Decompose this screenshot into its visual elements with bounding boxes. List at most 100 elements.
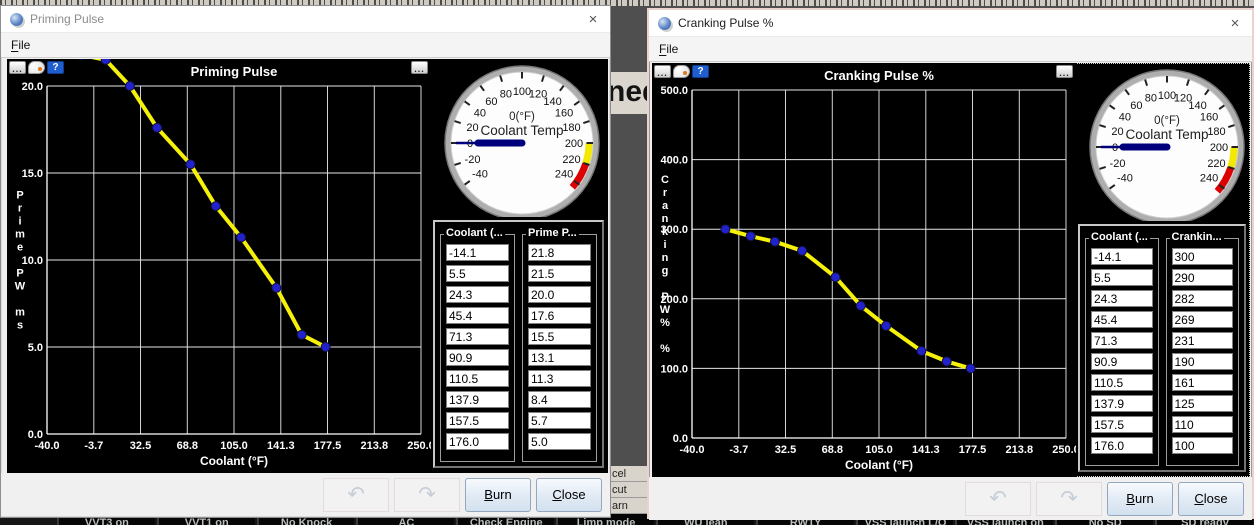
file-menu[interactable]: File [659, 42, 678, 56]
svg-text:213.8: 213.8 [1006, 444, 1034, 456]
svg-text:220: 220 [1207, 158, 1225, 170]
table-cell[interactable] [528, 307, 591, 324]
table-cell[interactable] [446, 265, 509, 282]
table-cell[interactable] [528, 433, 591, 450]
menu-bar: File [649, 37, 1252, 62]
table-cell[interactable] [1091, 248, 1153, 265]
redo-button[interactable]: ↷ [1036, 482, 1102, 516]
table-cell[interactable] [446, 286, 509, 303]
window-title: Cranking Pulse % [678, 16, 773, 30]
redo-button[interactable]: ↷ [394, 478, 460, 512]
table-cell[interactable] [1091, 290, 1153, 307]
coolant-temp-gauge: -40-200204060801001201401601802002202400… [1076, 63, 1254, 221]
table-cell[interactable] [1172, 290, 1234, 307]
options-icon[interactable]: ... [411, 61, 428, 74]
svg-text:177.5: 177.5 [959, 444, 987, 456]
comment-icon[interactable] [673, 65, 690, 78]
table-cell[interactable] [446, 391, 509, 408]
table-cell[interactable] [446, 328, 509, 345]
table-cell[interactable] [528, 370, 591, 387]
svg-text:80: 80 [500, 89, 512, 101]
cranking-pulse-chart[interactable]: -40.0-3.732.568.8105.0141.3177.5213.8250… [652, 63, 1076, 477]
table-cell[interactable] [1091, 416, 1153, 433]
svg-text:%: % [660, 317, 670, 329]
table-cell[interactable] [528, 349, 591, 366]
close-icon[interactable]: × [585, 12, 601, 27]
svg-text:W: W [15, 281, 26, 293]
svg-text:140: 140 [1188, 100, 1206, 112]
table-cell[interactable] [1091, 374, 1153, 391]
options-icon[interactable]: ... [9, 61, 26, 74]
burn-button[interactable]: Burn [465, 478, 531, 512]
svg-text:105.0: 105.0 [220, 440, 248, 452]
table-cell[interactable] [528, 265, 591, 282]
column-header: Coolant (... [1089, 231, 1150, 243]
svg-text:10.0: 10.0 [22, 255, 43, 267]
svg-text:Coolant Temp: Coolant Temp [480, 123, 563, 138]
close-button[interactable]: Close [1178, 482, 1244, 516]
svg-text:0.0: 0.0 [28, 429, 43, 441]
table-column: Crankin... [1166, 238, 1240, 466]
burn-button[interactable]: Burn [1107, 482, 1173, 516]
svg-text:g: g [662, 265, 669, 277]
undo-button[interactable]: ↶ [965, 482, 1031, 516]
table-cell[interactable] [446, 307, 509, 324]
table-cell[interactable] [1172, 269, 1234, 286]
priming-pulse-chart[interactable]: -40.0-3.732.568.8105.0141.3177.5213.8250… [7, 59, 431, 473]
table-cell[interactable] [528, 391, 591, 408]
window-titlebar[interactable]: Priming Pulse × [1, 6, 610, 33]
table-cell[interactable] [1172, 353, 1234, 370]
table-cell[interactable] [446, 433, 509, 450]
svg-text:m: m [15, 229, 25, 241]
svg-text:240: 240 [555, 169, 573, 181]
svg-text:141.3: 141.3 [912, 444, 940, 456]
table-cell[interactable] [1172, 416, 1234, 433]
table-cell[interactable] [528, 412, 591, 429]
window-titlebar[interactable]: Cranking Pulse % × [649, 10, 1252, 37]
table-cell[interactable] [1091, 311, 1153, 328]
close-icon[interactable]: × [1227, 16, 1243, 31]
table-cell[interactable] [1172, 332, 1234, 349]
svg-text:40: 40 [1119, 111, 1131, 123]
table-cell[interactable] [528, 286, 591, 303]
window-title: Priming Pulse [30, 12, 104, 26]
table-cell[interactable] [1172, 437, 1234, 454]
table-cell[interactable] [1172, 395, 1234, 412]
table-cell[interactable] [1091, 269, 1153, 286]
svg-text:P: P [16, 268, 23, 280]
table-cell[interactable] [446, 370, 509, 387]
file-menu[interactable]: File [11, 38, 30, 52]
svg-text:400.0: 400.0 [660, 155, 688, 167]
svg-text:Coolant (°F): Coolant (°F) [845, 458, 913, 472]
table-cell[interactable] [1091, 353, 1153, 370]
button-row: ↶ ↷ Burn Close [1, 473, 610, 516]
column-header: Crankin... [1170, 231, 1224, 243]
table-cell[interactable] [1091, 332, 1153, 349]
table-cell[interactable] [1172, 374, 1234, 391]
table-cell[interactable] [528, 328, 591, 345]
close-button[interactable]: Close [536, 478, 602, 512]
undo-button[interactable]: ↶ [323, 478, 389, 512]
table-cell[interactable] [446, 412, 509, 429]
svg-text:15.0: 15.0 [22, 168, 43, 180]
table-cell[interactable] [446, 349, 509, 366]
table-cell[interactable] [1091, 437, 1153, 454]
table-cell[interactable] [1172, 311, 1234, 328]
svg-text:240: 240 [1200, 173, 1218, 185]
svg-text:-40.0: -40.0 [34, 440, 59, 452]
background-menu-fragment: cel [610, 466, 647, 482]
table-cell[interactable] [1172, 248, 1234, 265]
svg-text:C: C [661, 174, 669, 186]
comment-icon[interactable] [28, 61, 45, 74]
help-icon[interactable]: ? [692, 65, 709, 78]
table-cell[interactable] [446, 244, 509, 261]
menu-bar: File [1, 33, 610, 58]
svg-text:-3.7: -3.7 [729, 444, 748, 456]
options-icon[interactable]: ... [654, 65, 671, 78]
svg-text:k: k [662, 226, 669, 238]
help-icon[interactable]: ? [47, 61, 64, 74]
table-cell[interactable] [528, 244, 591, 261]
options-icon[interactable]: ... [1056, 65, 1073, 78]
table-cell[interactable] [1091, 395, 1153, 412]
svg-text:60: 60 [485, 96, 497, 108]
